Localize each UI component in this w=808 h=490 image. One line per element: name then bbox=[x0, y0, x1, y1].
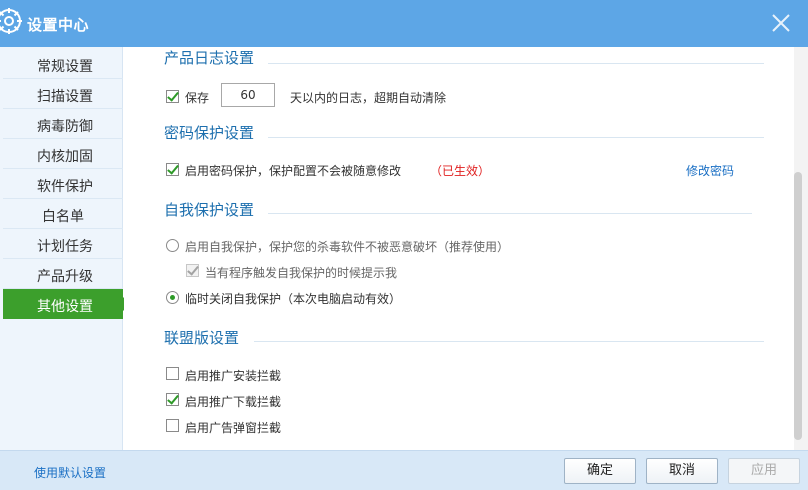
close-icon[interactable] bbox=[770, 12, 792, 34]
block-promo-install-label: 启用推广安装拦截 bbox=[185, 369, 282, 383]
password-protect-label: 启用密码保护，保护配置不会被随意修改 bbox=[185, 164, 402, 178]
section-divider bbox=[268, 137, 764, 138]
sidebar-item-virus-defense[interactable]: 病毒防御 bbox=[3, 109, 123, 139]
password-protect-checkbox[interactable] bbox=[166, 163, 179, 176]
section-divider bbox=[268, 63, 764, 64]
sidebar-item-label: 其他设置 bbox=[37, 299, 93, 315]
notify-self-protect-checkbox[interactable] bbox=[186, 264, 199, 277]
disable-self-protect-label: 临时关闭自我保护（本次电脑启动有效） bbox=[185, 292, 402, 306]
gear-icon bbox=[0, 8, 22, 34]
sidebar-item-label: 产品升级 bbox=[37, 269, 93, 285]
restore-defaults-link[interactable]: 使用默认设置 bbox=[34, 464, 106, 481]
keep-log-checkbox[interactable] bbox=[166, 90, 179, 103]
log-days-input[interactable] bbox=[221, 83, 275, 107]
change-password-link[interactable]: 修改密码 bbox=[686, 162, 734, 179]
sidebar-item-whitelist[interactable]: 白名单 bbox=[3, 199, 123, 229]
apply-button[interactable]: 应用 bbox=[728, 458, 800, 484]
sidebar-item-label: 计划任务 bbox=[37, 239, 93, 255]
cancel-button[interactable]: 取消 bbox=[646, 458, 718, 484]
settings-content: 产品日志设置 保存 天以内的日志，超期自动清除 密码保护设置 启用密码保护，保护… bbox=[124, 47, 794, 450]
block-promo-download-label: 启用推广下载拦截 bbox=[185, 395, 282, 409]
sidebar-item-label: 内核加固 bbox=[37, 149, 93, 165]
notify-self-protect-label: 当有程序触发自我保护的时候提示我 bbox=[205, 266, 398, 280]
section-divider bbox=[254, 341, 764, 342]
ok-button[interactable]: 确定 bbox=[564, 458, 636, 484]
section-title-password: 密码保护设置 bbox=[164, 124, 255, 142]
sidebar-item-label: 常规设置 bbox=[37, 59, 93, 75]
block-promo-download-checkbox[interactable] bbox=[166, 393, 179, 406]
log-days-suffix: 天以内的日志，超期自动清除 bbox=[290, 91, 447, 105]
sidebar-item-label: 白名单 bbox=[42, 209, 84, 225]
sidebar: 常规设置 扫描设置 病毒防御 内核加固 软件保护 白名单 计划任务 产品升级 其… bbox=[0, 47, 130, 450]
disable-self-protect-radio[interactable] bbox=[166, 291, 179, 304]
enable-self-protect-label: 启用自我保护，保护您的杀毒软件不被恶意破坏（推荐使用） bbox=[185, 240, 510, 254]
scrollbar-thumb[interactable] bbox=[794, 172, 802, 440]
section-title-self-protect: 自我保护设置 bbox=[164, 201, 255, 219]
sidebar-item-other-settings[interactable]: 其他设置 bbox=[3, 289, 130, 319]
block-popup-ads-label: 启用广告弹窗拦截 bbox=[185, 421, 282, 435]
settings-window: 设置中心 常规设置 扫描设置 病毒防御 内核加固 软件保护 白名单 计划任务 产… bbox=[0, 0, 808, 490]
title-bar: 设置中心 bbox=[0, 0, 808, 47]
sidebar-item-product-upgrade[interactable]: 产品升级 bbox=[3, 259, 123, 289]
sidebar-item-label: 扫描设置 bbox=[37, 89, 93, 105]
section-title-alliance: 联盟版设置 bbox=[164, 329, 240, 347]
sidebar-item-label: 病毒防御 bbox=[37, 119, 93, 135]
block-popup-ads-checkbox[interactable] bbox=[166, 419, 179, 432]
password-status: （已生效） bbox=[430, 164, 491, 178]
sidebar-item-scheduled-tasks[interactable]: 计划任务 bbox=[3, 229, 123, 259]
sidebar-item-scan[interactable]: 扫描设置 bbox=[3, 79, 123, 109]
sidebar-item-kernel-hardening[interactable]: 内核加固 bbox=[3, 139, 123, 169]
sidebar-item-label: 软件保护 bbox=[37, 179, 93, 195]
section-divider bbox=[268, 213, 752, 214]
sidebar-item-general[interactable]: 常规设置 bbox=[3, 49, 123, 79]
keep-log-label: 保存 bbox=[185, 91, 210, 105]
enable-self-protect-radio[interactable] bbox=[166, 239, 179, 252]
section-title-log: 产品日志设置 bbox=[164, 49, 255, 67]
window-title: 设置中心 bbox=[27, 16, 90, 34]
sidebar-item-software-protection[interactable]: 软件保护 bbox=[3, 169, 123, 199]
block-promo-install-checkbox[interactable] bbox=[166, 367, 179, 380]
